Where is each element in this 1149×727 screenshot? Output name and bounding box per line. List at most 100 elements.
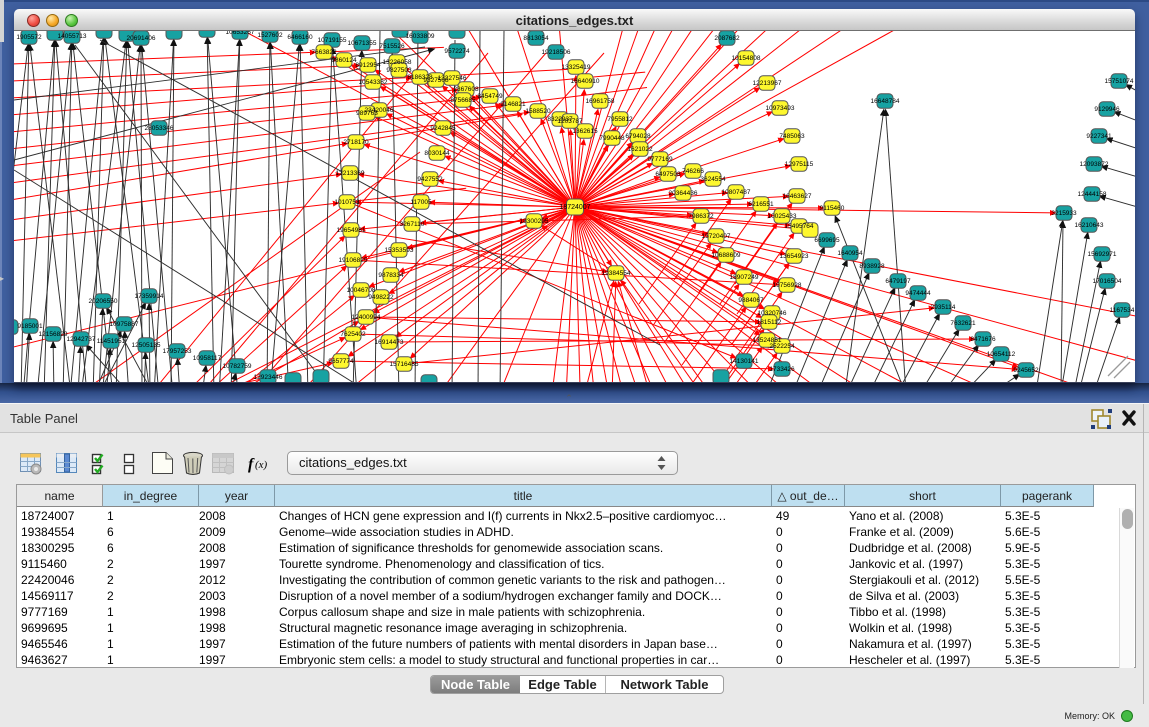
svg-text:10025433: 10025433 [768, 213, 797, 220]
svg-text:3267110: 3267110 [400, 221, 425, 228]
svg-text:16961758: 16961758 [586, 98, 615, 105]
svg-text:12156829: 12156829 [39, 331, 68, 338]
svg-text:12213369: 12213369 [336, 170, 365, 177]
svg-text:9572274: 9572274 [444, 48, 470, 55]
svg-text:9884067: 9884067 [738, 297, 764, 304]
svg-text:9860124: 9860124 [331, 57, 357, 64]
svg-text:14055713: 14055713 [58, 33, 87, 40]
svg-text:12942737: 12942737 [67, 336, 96, 343]
svg-text:7515526: 7515526 [379, 43, 405, 50]
svg-text:1905572: 1905572 [16, 34, 42, 41]
svg-text:8756685: 8756685 [450, 97, 476, 104]
svg-text:1527602: 1527602 [257, 32, 283, 39]
svg-text:14130141: 14130141 [730, 358, 759, 365]
svg-text:15692971: 15692971 [1088, 251, 1117, 258]
svg-text:12093872: 12093872 [1080, 161, 1109, 168]
svg-text:10719155: 10719155 [318, 37, 347, 44]
svg-text:2367608: 2367608 [453, 86, 479, 93]
svg-text:17016504: 17016504 [1093, 278, 1122, 285]
svg-text:7632621: 7632621 [950, 320, 976, 327]
svg-text:989763: 989763 [356, 110, 378, 117]
svg-text:20206550: 20206550 [89, 298, 118, 305]
svg-text:13325419: 13325419 [562, 64, 591, 71]
svg-text:17359914: 17359914 [135, 293, 164, 300]
svg-text:10671355: 10671355 [348, 40, 377, 47]
svg-text:9185001: 9185001 [17, 323, 43, 330]
svg-text:16033809: 16033809 [406, 33, 435, 40]
svg-text:8454749: 8454749 [477, 93, 503, 100]
svg-text:9427552: 9427552 [417, 176, 443, 183]
svg-text:9245652: 9245652 [1013, 367, 1039, 374]
svg-text:10782759: 10782759 [223, 363, 252, 370]
svg-text:1362615: 1362615 [572, 128, 598, 135]
svg-text:10653267: 10653267 [226, 31, 255, 36]
svg-text:13654923: 13654923 [780, 253, 809, 260]
svg-text:15716485: 15716485 [390, 361, 419, 368]
svg-text:11451951: 11451951 [97, 338, 126, 345]
svg-text:10973493: 10973493 [766, 105, 795, 112]
svg-text:10654112: 10654112 [987, 351, 1016, 358]
svg-text:1167534: 1167534 [1110, 307, 1135, 314]
svg-text:10688609: 10688609 [712, 252, 741, 259]
svg-text:8813054: 8813054 [523, 35, 549, 42]
svg-text:8030144: 8030144 [424, 150, 450, 157]
svg-text:19106825: 19106825 [339, 257, 368, 264]
svg-text:1733426: 1733426 [769, 366, 795, 373]
svg-text:19654981: 19654981 [337, 227, 366, 234]
svg-text:1640954: 1640954 [837, 250, 863, 257]
svg-text:3215933: 3215933 [1051, 210, 1077, 217]
svg-text:13226058: 13226058 [383, 59, 412, 66]
svg-text:10320746: 10320746 [758, 310, 787, 317]
svg-text:3624554: 3624554 [700, 176, 726, 183]
svg-text:9129946: 9129946 [1094, 106, 1120, 113]
svg-text:19218506: 19218506 [542, 49, 571, 56]
svg-text:10543382: 10543382 [359, 79, 388, 86]
svg-text:6216551: 6216551 [748, 201, 774, 208]
svg-text:16914473: 16914473 [375, 339, 404, 346]
svg-text:9657774: 9657774 [328, 358, 354, 365]
svg-text:18907249: 18907249 [730, 274, 759, 281]
svg-text:9115460: 9115460 [820, 205, 845, 212]
svg-text:1621022: 1621022 [627, 146, 653, 153]
svg-text:8471676: 8471676 [970, 336, 996, 343]
svg-text:20364436: 20364436 [669, 190, 698, 197]
svg-text:10807487: 10807487 [722, 189, 751, 196]
svg-text:746266: 746266 [682, 168, 704, 175]
svg-text:16640910: 16640910 [571, 78, 600, 85]
svg-text:15495764: 15495764 [785, 223, 814, 230]
svg-text:7990448: 7990448 [599, 135, 625, 142]
svg-text:7485063: 7485063 [779, 133, 805, 140]
svg-text:10154808: 10154808 [732, 55, 761, 62]
svg-text:6466160: 6466160 [287, 34, 313, 41]
svg-text:9146821: 9146821 [500, 101, 526, 108]
svg-text:15353593: 15353593 [385, 247, 414, 254]
svg-text:6479197: 6479197 [885, 278, 911, 285]
svg-text:12923446: 12923446 [254, 374, 283, 381]
svg-text:18300295: 18300295 [520, 218, 549, 225]
svg-text:8912954: 8912954 [355, 62, 381, 69]
svg-text:f: f [248, 456, 255, 473]
svg-text:7663822: 7663822 [311, 49, 337, 56]
svg-text:1815112: 1815112 [757, 319, 782, 326]
svg-text:8938928: 8938928 [859, 263, 885, 270]
svg-text:(x): (x) [255, 459, 268, 471]
svg-text:16648784: 16648784 [871, 98, 900, 105]
svg-text:6699695: 6699695 [814, 237, 840, 244]
svg-text:9827503: 9827503 [386, 67, 412, 74]
svg-text:2935114: 2935114 [931, 304, 956, 311]
svg-text:7955812: 7955812 [607, 116, 633, 123]
svg-text:10046708: 10046708 [347, 287, 376, 294]
svg-text:9878334: 9878334 [378, 272, 404, 279]
svg-text:6794028: 6794028 [625, 133, 651, 140]
svg-text:18724007: 18724007 [559, 204, 590, 211]
svg-text:10975887: 10975887 [110, 321, 139, 328]
svg-text:2087682: 2087682 [714, 35, 740, 42]
svg-text:9242845: 9242845 [430, 125, 456, 132]
svg-text:9498222: 9498222 [368, 294, 394, 301]
svg-text:20691406: 20691406 [127, 35, 156, 42]
svg-text:16463627: 16463627 [783, 193, 812, 200]
svg-text:15751074: 15751074 [1105, 78, 1134, 85]
svg-text:9777169: 9777169 [647, 156, 673, 163]
svg-text:2522254: 2522254 [769, 343, 795, 350]
svg-text:7625402: 7625402 [340, 331, 366, 338]
